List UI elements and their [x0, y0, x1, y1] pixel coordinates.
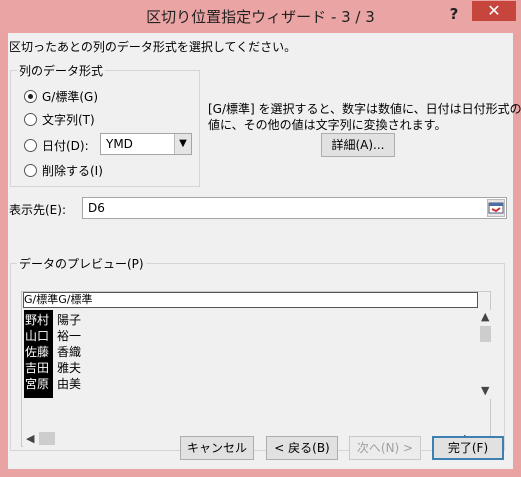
date-format-value: YMD: [106, 137, 133, 151]
preview-cell-col2: 香織: [57, 345, 82, 359]
scroll-up-icon[interactable]: ▲: [481, 310, 489, 323]
preview-cell-col2: 裕一: [57, 329, 82, 343]
wizard-window: 区切り位置指定ウィザード - 3 / 3 ? ✕ 区切ったあとの列のデータ形式を…: [0, 0, 521, 477]
range-select-icon[interactable]: [487, 199, 505, 217]
description-line2: 値に、その他の値は文字列に変換されます。: [208, 118, 447, 132]
preview-cell-col1: 宮原: [25, 377, 50, 391]
next-button[interactable]: 次へ(N) >: [349, 436, 421, 460]
description-line1: [G/標準] を選択すると、数字は数値に、日付は日付形式の: [208, 102, 521, 116]
preview-cell-col1: 山口: [25, 329, 50, 343]
date-format-combo[interactable]: YMD ▼: [100, 133, 192, 155]
preview-cell-col2: 陽子: [57, 313, 82, 327]
format-group-legend: 列のデータ形式: [17, 62, 106, 79]
data-preview[interactable]: G/標準G/標準 野村 陽子 山口 裕一 佐藤 香織 吉田 雅夫 宮原 由美 ▲…: [21, 291, 492, 447]
preview-cell-col1: 野村: [25, 313, 50, 327]
destination-label: 表示先(E):: [9, 203, 66, 217]
destination-value: D6: [88, 201, 105, 215]
destination-field[interactable]: D6: [82, 197, 507, 219]
vertical-scrollbar[interactable]: ▲ ▼: [479, 310, 492, 399]
preview-cell-col1: 佐藤: [25, 345, 50, 359]
format-groupbox: [10, 70, 200, 187]
back-button[interactable]: < 戻る(B): [266, 436, 338, 460]
preview-cell-col2: 由美: [57, 377, 82, 391]
radio-general[interactable]: [24, 90, 37, 103]
help-button[interactable]: ?: [441, 4, 467, 24]
radio-text[interactable]: [24, 113, 37, 126]
dialog-body: 区切ったあとの列のデータ形式を選択してください。 列のデータ形式 G/標準(G)…: [8, 33, 521, 469]
chevron-down-icon[interactable]: ▼: [174, 134, 191, 154]
radio-text-label[interactable]: 文字列(T): [42, 111, 95, 128]
scroll-left-icon[interactable]: ◀: [26, 432, 34, 445]
instructions-text: 区切ったあとの列のデータ形式を選択してください。: [9, 40, 297, 54]
close-button[interactable]: ✕: [472, 1, 516, 21]
vertical-scroll-thumb[interactable]: [480, 326, 491, 342]
radio-general-label[interactable]: G/標準(G): [42, 88, 98, 105]
radio-skip[interactable]: [24, 164, 37, 177]
horizontal-scroll-thumb[interactable]: [39, 432, 55, 445]
cancel-button[interactable]: キャンセル: [180, 436, 254, 460]
radio-date-label[interactable]: 日付(D):: [42, 137, 89, 154]
finish-button[interactable]: 完了(F): [432, 436, 504, 460]
radio-skip-label[interactable]: 削除する(I): [42, 162, 103, 179]
preview-group-legend: データのプレビュー(P): [17, 255, 146, 272]
scroll-down-icon[interactable]: ▼: [481, 384, 489, 397]
advanced-button[interactable]: 詳細(A)...: [321, 133, 395, 157]
preview-column-header[interactable]: G/標準G/標準: [23, 292, 478, 308]
radio-date[interactable]: [24, 139, 37, 152]
preview-cell-col1: 吉田: [25, 361, 50, 375]
preview-cell-col2: 雅夫: [57, 361, 82, 375]
title-bar[interactable]: 区切り位置指定ウィザード - 3 / 3 ? ✕: [0, 0, 521, 33]
